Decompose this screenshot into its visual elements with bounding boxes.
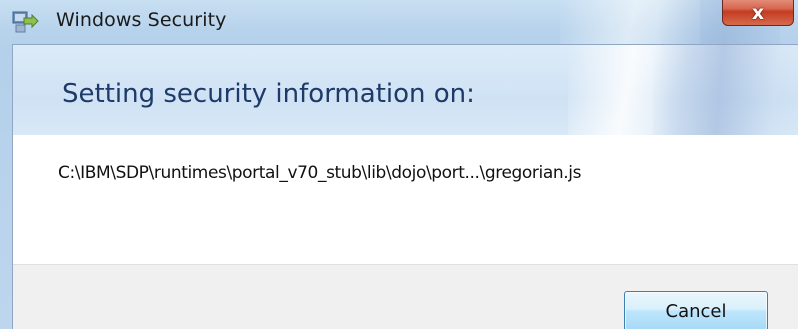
title-bar[interactable]: Windows Security x [0,0,798,44]
dialog-content: Setting security information on: C:\IBM\… [12,44,798,329]
header-band: Setting security information on: [13,45,798,135]
dialog-window: Windows Security x Setting security info… [0,0,798,329]
dialog-heading: Setting security information on: [62,79,475,109]
file-path: C:\IBM\SDP\runtimes\portal_v70_stub\lib\… [58,163,582,183]
button-bar: Cancel [13,264,798,329]
security-shield-arrow-icon [12,10,40,34]
cancel-button[interactable]: Cancel [624,291,768,329]
header-highlight [653,45,798,135]
window-title: Windows Security [56,9,227,31]
close-button[interactable]: x [722,0,794,26]
close-icon: x [751,2,765,24]
